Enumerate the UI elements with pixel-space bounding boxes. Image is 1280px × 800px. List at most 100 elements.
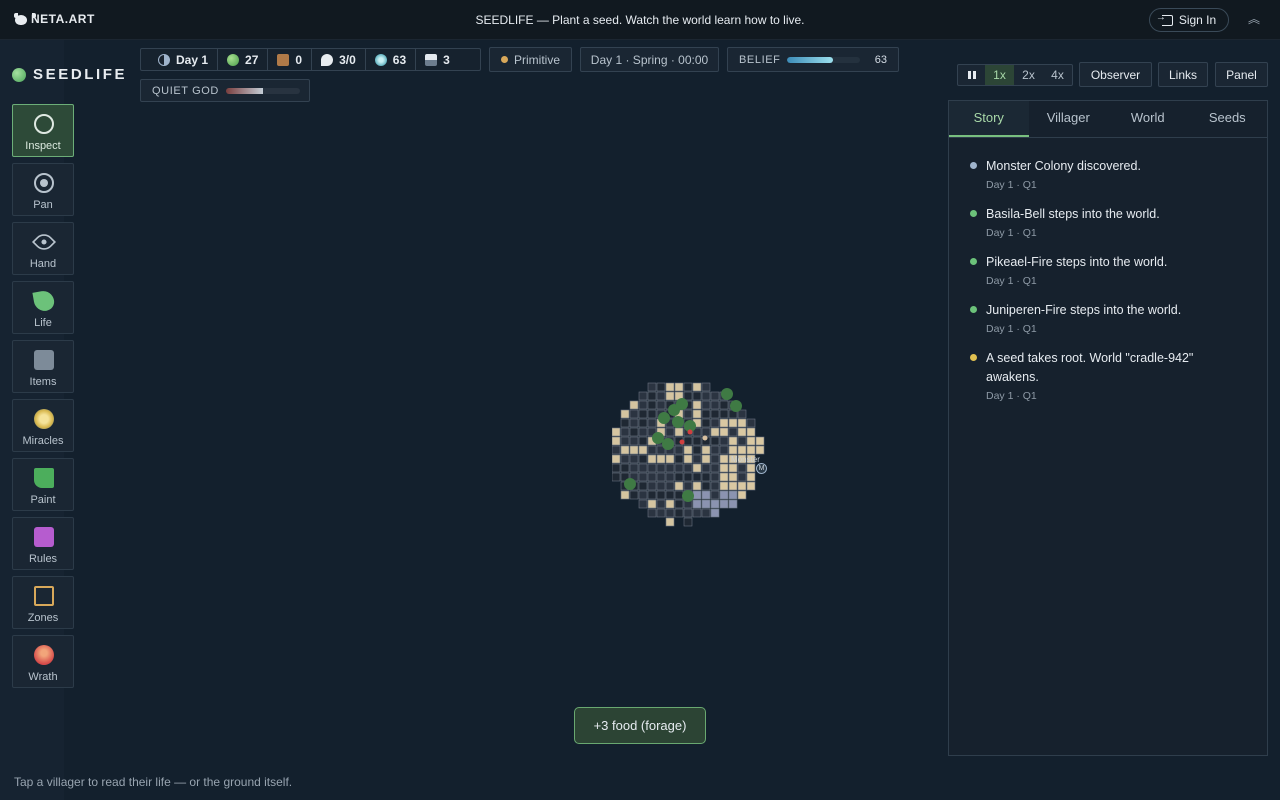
tool-miracles[interactable]: Miracles [12, 399, 74, 452]
map-tile[interactable] [638, 490, 648, 500]
tool-rules[interactable]: Rules [12, 517, 74, 570]
map-tile[interactable] [620, 409, 630, 419]
map-tile[interactable] [701, 427, 711, 437]
map-tile[interactable] [620, 490, 630, 500]
tool-life[interactable]: Life [12, 281, 74, 334]
map-tile[interactable] [710, 508, 720, 518]
map-tile[interactable] [719, 427, 729, 437]
map-tile[interactable] [638, 445, 648, 455]
map-tile[interactable] [737, 472, 747, 482]
tool-wrath[interactable]: Wrath [12, 635, 74, 688]
map-tile[interactable] [692, 472, 702, 482]
map-tile[interactable] [692, 490, 702, 500]
map-tile[interactable] [647, 454, 657, 464]
map-tile[interactable] [674, 499, 684, 509]
map-tile[interactable] [656, 508, 666, 518]
map-tile[interactable] [683, 508, 693, 518]
tool-zones[interactable]: Zones [12, 576, 74, 629]
map-tile[interactable] [674, 472, 684, 482]
map-tile[interactable] [683, 454, 693, 464]
map-tile[interactable] [638, 418, 648, 428]
map-tile[interactable] [629, 490, 639, 500]
map-tile[interactable] [638, 409, 648, 419]
tool-hand[interactable]: Hand [12, 222, 74, 275]
map-tile[interactable] [656, 454, 666, 464]
map-tile[interactable] [665, 472, 675, 482]
map-tile[interactable] [683, 382, 693, 392]
map-tile[interactable] [701, 454, 711, 464]
map-tile[interactable] [638, 427, 648, 437]
map-tile[interactable] [656, 391, 666, 401]
map-tile[interactable] [719, 472, 729, 482]
map-tile[interactable] [728, 481, 738, 491]
sign-in-button[interactable]: Sign In [1149, 8, 1229, 32]
map-tile[interactable] [656, 481, 666, 491]
map-tile[interactable] [674, 454, 684, 464]
map-tile[interactable] [701, 481, 711, 491]
map-tile[interactable] [746, 445, 756, 455]
map-tile[interactable] [692, 454, 702, 464]
map-tile[interactable] [665, 517, 675, 527]
map-tile[interactable] [638, 391, 648, 401]
map-tile[interactable] [683, 409, 693, 419]
map-tile[interactable] [701, 445, 711, 455]
map-tile[interactable] [647, 472, 657, 482]
map-tile[interactable] [656, 472, 666, 482]
map-tile[interactable] [692, 481, 702, 491]
map-tile[interactable] [710, 400, 720, 410]
map-tile[interactable] [692, 382, 702, 392]
map-tile[interactable] [737, 427, 747, 437]
map-tile[interactable] [674, 508, 684, 518]
map-tile[interactable] [737, 409, 747, 419]
speed-1x-button[interactable]: 1x [985, 65, 1014, 85]
map-tile[interactable] [665, 463, 675, 473]
map-tile[interactable] [728, 472, 738, 482]
map-tile[interactable] [719, 409, 729, 419]
map-tile[interactable] [719, 436, 729, 446]
map-tile[interactable] [620, 463, 630, 473]
map-tile[interactable] [665, 454, 675, 464]
map-tile[interactable] [629, 418, 639, 428]
map-tile[interactable] [656, 499, 666, 509]
map-tile[interactable] [701, 400, 711, 410]
map-tile[interactable] [710, 499, 720, 509]
map-tile[interactable] [737, 481, 747, 491]
map-tile[interactable] [692, 499, 702, 509]
map-tile[interactable] [746, 418, 756, 428]
map-tile[interactable] [638, 463, 648, 473]
map-tile[interactable] [683, 481, 693, 491]
map-tile[interactable] [647, 400, 657, 410]
villager-icon[interactable] [702, 435, 708, 441]
map-tile[interactable] [719, 418, 729, 428]
map-tile[interactable] [683, 472, 693, 482]
map-tile[interactable] [728, 499, 738, 509]
tool-pan[interactable]: Pan [12, 163, 74, 216]
tab-seeds[interactable]: Seeds [1188, 101, 1268, 137]
map-tile[interactable] [710, 490, 720, 500]
speed-2x-button[interactable]: 2x [1014, 65, 1043, 85]
map-tile[interactable] [755, 436, 765, 446]
map-tile[interactable] [665, 391, 675, 401]
tab-story[interactable]: Story [949, 101, 1029, 137]
map-tile[interactable] [665, 427, 675, 437]
map-tile[interactable] [656, 463, 666, 473]
collapse-icon[interactable]: ︽ [1246, 11, 1262, 27]
world-map[interactable] [612, 374, 776, 530]
map-tile[interactable] [629, 445, 639, 455]
map-tile[interactable] [701, 418, 711, 428]
monster-colony-marker[interactable]: M [756, 463, 767, 474]
map-tile[interactable] [710, 391, 720, 401]
links-button[interactable]: Links [1158, 62, 1208, 87]
map-tile[interactable] [710, 445, 720, 455]
map-tile[interactable] [647, 463, 657, 473]
map-tile[interactable] [701, 508, 711, 518]
map-tile[interactable] [674, 445, 684, 455]
map-tile[interactable] [710, 463, 720, 473]
map-tile[interactable] [728, 463, 738, 473]
map-tile[interactable] [665, 508, 675, 518]
map-tile[interactable] [746, 427, 756, 437]
pause-button[interactable] [958, 65, 985, 85]
map-tile[interactable] [710, 418, 720, 428]
map-tile[interactable] [647, 490, 657, 500]
map-tile[interactable] [638, 436, 648, 446]
